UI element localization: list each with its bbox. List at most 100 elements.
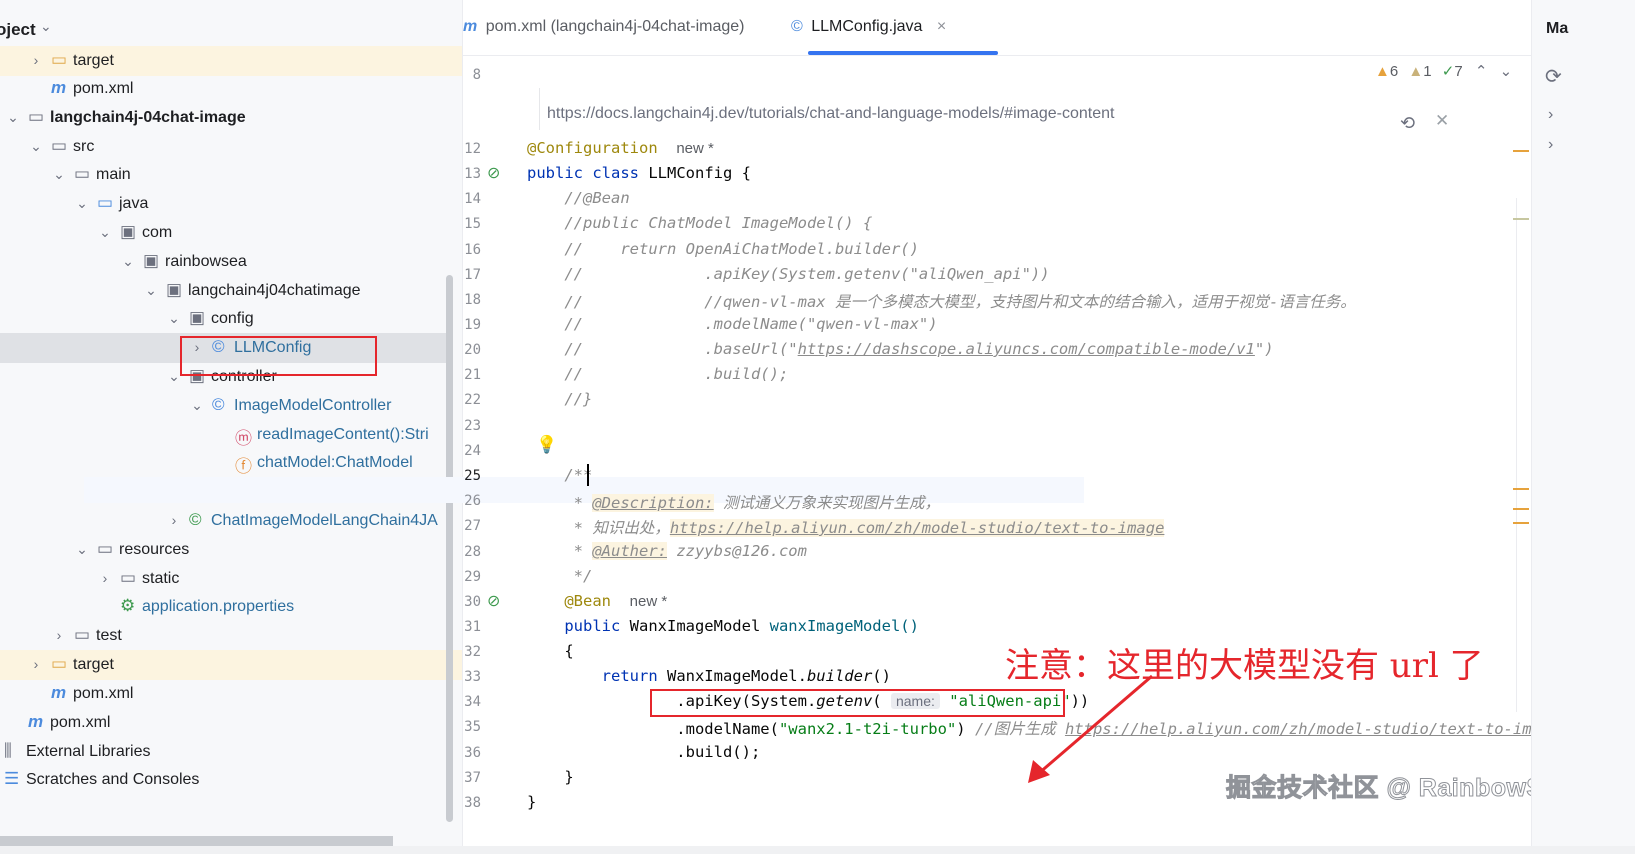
- tree-item[interactable]: › ▭ static: [0, 564, 462, 594]
- chevron-right-icon[interactable]: ›: [98, 570, 112, 586]
- tree-item[interactable]: › ▭ test: [0, 621, 462, 651]
- chevron-up-icon[interactable]: ⌃: [1475, 63, 1488, 80]
- code-text: zzyybs@126.com: [666, 542, 807, 560]
- tree-item[interactable]: m pom.xml: [0, 679, 462, 709]
- usages-hint[interactable]: new *: [630, 593, 668, 610]
- chevron-right-icon[interactable]: ›: [29, 656, 43, 672]
- chevron-down-icon[interactable]: ⌄: [190, 397, 204, 414]
- code-line-16: // return OpenAiChatModel.builder(): [527, 240, 919, 258]
- chevron-down-icon[interactable]: ⌄: [167, 368, 181, 385]
- chevron-down-icon[interactable]: ⌄: [167, 310, 181, 327]
- code-line-17: // .apiKey(System.getenv("aliQwen_api")): [527, 265, 1050, 283]
- line-number: 18: [464, 292, 481, 308]
- close-icon[interactable]: ×: [937, 18, 946, 35]
- chevron-right-icon[interactable]: ›: [1548, 106, 1553, 124]
- doc-link-divider: [539, 88, 540, 130]
- chevron-right-icon[interactable]: ›: [167, 512, 181, 528]
- url-link[interactable]: https://dashscope.aliyuncs.com/compatibl…: [798, 340, 1255, 358]
- line-number: 15: [464, 216, 481, 232]
- warning-icon: ▲: [1375, 63, 1390, 80]
- tree-item-label: External Libraries: [26, 743, 151, 760]
- tree-item[interactable]: ⌄ ▣ rainbowsea: [0, 247, 462, 277]
- spring-bean-gutter-icon[interactable]: ⊘: [487, 591, 500, 611]
- tree-item-label: application.properties: [142, 598, 295, 615]
- text-cursor: [587, 464, 589, 486]
- refresh-icon[interactable]: ⟳: [1545, 64, 1562, 89]
- lightbulb-icon[interactable]: 💡: [536, 435, 557, 455]
- inspection-widget[interactable]: ▲6 ▲1 ✓7 ⌃ ⌄: [1375, 62, 1512, 80]
- tree-item[interactable]: ⚙ application.properties: [0, 592, 462, 622]
- spring-bean-gutter-icon[interactable]: ⊘: [487, 163, 500, 183]
- chevron-down-icon[interactable]: ⌄: [40, 18, 52, 35]
- tree-item[interactable]: m pom.xml: [0, 708, 462, 738]
- doc-tag: @Auther:: [592, 542, 667, 560]
- tree-item[interactable]: ⌄ ▭ resources: [0, 535, 462, 565]
- tree-item[interactable]: ⌄ ▣ config: [0, 304, 462, 334]
- chevron-right-icon[interactable]: ›: [1548, 136, 1553, 154]
- tab-pom-xml[interactable]: m pom.xml (langchain4j-04chat-image): [463, 18, 744, 36]
- chevron-down-icon[interactable]: ⌄: [75, 195, 89, 212]
- project-title[interactable]: oject: [0, 20, 36, 40]
- package-icon: ▣: [143, 251, 160, 270]
- maven-panel-title[interactable]: Ma: [1546, 20, 1568, 38]
- url-link[interactable]: https://help.aliyun.com/zh/model-studio/…: [669, 519, 1165, 537]
- doc-link[interactable]: https://docs.langchain4j.dev/tutorials/c…: [547, 105, 1114, 123]
- chevron-down-icon[interactable]: ⌄: [98, 224, 112, 241]
- code-line-31: public WanxImageModel wanxImageModel(): [527, 617, 919, 635]
- annotation-highlight-box: [180, 336, 377, 376]
- chevron-right-icon[interactable]: ›: [52, 627, 66, 643]
- tree-item[interactable]: ⌄ ▭ src: [0, 132, 462, 162]
- line-number: 29: [464, 569, 481, 585]
- tree-item[interactable]: › © ChatImageModelLangChain4JA: [0, 506, 462, 536]
- usages-hint[interactable]: new *: [676, 140, 714, 157]
- chevron-down-icon[interactable]: ⌄: [75, 541, 89, 558]
- editor-tab-bar: m pom.xml (langchain4j-04chat-image) © L…: [463, 0, 1593, 56]
- tree-item[interactable]: ⌄ ▣ com: [0, 218, 462, 248]
- editor-scrollbar[interactable]: [1516, 198, 1529, 712]
- tree-item[interactable]: ⌄ ▭ java: [0, 189, 462, 219]
- tab-label: LLMConfig.java: [811, 18, 923, 35]
- tree-item[interactable]: ⓕ chatModel:ChatModel: [0, 448, 462, 478]
- line-number: 37: [464, 770, 481, 786]
- tree-item[interactable]: › ▭ target: [0, 46, 462, 76]
- chevron-right-icon[interactable]: ›: [29, 52, 43, 68]
- chevron-down-icon[interactable]: ⌄: [121, 253, 135, 270]
- code-line-32: {: [527, 642, 574, 660]
- right-tool-strip: Ma ⟳ › ›: [1531, 0, 1635, 854]
- maven-icon: m: [463, 18, 478, 35]
- class-icon: ©: [212, 395, 225, 414]
- chevron-down-icon[interactable]: ⌄: [1500, 63, 1513, 80]
- tree-item[interactable]: ⫼ External Libraries: [0, 737, 462, 767]
- line-number: 26: [464, 493, 481, 509]
- chevron-down-icon[interactable]: ⌄: [29, 138, 43, 155]
- close-icon[interactable]: ✕: [1435, 111, 1449, 131]
- chevron-down-icon[interactable]: ⌄: [144, 282, 158, 299]
- tree-item-label: com: [142, 224, 173, 241]
- translate-icon[interactable]: ⟲: [1400, 113, 1415, 134]
- line-number: 25: [464, 468, 481, 484]
- tree-item[interactable]: ⌄ ▭ langchain4j-04chat-image: [0, 103, 462, 133]
- tree-item[interactable]: m pom.xml: [0, 74, 462, 104]
- line-number: 35: [464, 719, 481, 735]
- tree-item[interactable]: ⌄ © ImageModelController: [0, 391, 462, 421]
- chevron-down-icon[interactable]: ⌄: [6, 109, 20, 126]
- tree-item[interactable]: ⓜ readImageContent():Stri: [0, 420, 462, 450]
- tab-llmconfig-java[interactable]: © LLMConfig.java ×: [791, 18, 946, 36]
- line-number: 17: [464, 267, 481, 283]
- line-number: 38: [464, 795, 481, 811]
- class-icon: ©: [791, 18, 803, 35]
- project-horizontal-scrollbar[interactable]: [0, 836, 393, 846]
- chevron-down-icon[interactable]: ⌄: [52, 166, 66, 183]
- tree-item[interactable]: ☰ Scratches and Consoles: [0, 765, 462, 795]
- tree-item[interactable]: › ▭ target: [0, 650, 462, 680]
- code-line-13: public class LLMConfig {: [527, 164, 751, 182]
- tree-item-label: rainbowsea: [165, 253, 247, 270]
- tree-item[interactable]: ⌄ ▣ langchain4j04chatimage: [0, 276, 462, 306]
- module-icon: ▭: [28, 107, 45, 126]
- tree-item-label: Scratches and Consoles: [26, 771, 200, 788]
- maven-icon: m: [51, 78, 67, 97]
- line-number: 23: [464, 418, 481, 434]
- maven-icon: m: [28, 712, 44, 731]
- tree-item[interactable]: ⌄ ▭ main: [0, 160, 462, 190]
- line-number: 16: [464, 242, 481, 258]
